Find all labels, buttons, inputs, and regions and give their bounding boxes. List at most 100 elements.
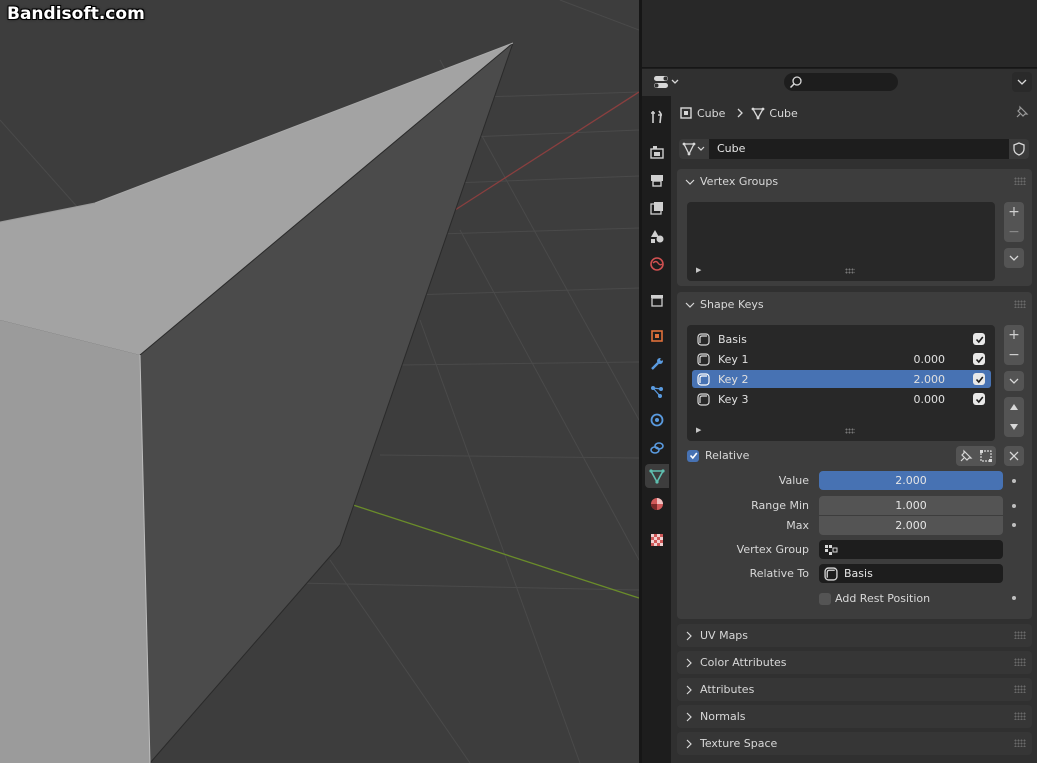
pin-button[interactable] [1015,105,1029,122]
list-filter-toggle-icon[interactable]: ▶ [696,266,701,274]
shape-key-icon [697,352,710,366]
drag-grip-icon[interactable] [1014,712,1026,720]
tab-physics[interactable] [645,408,669,432]
shape-key-row[interactable]: Key 1 0.000 [692,350,991,368]
drag-grip-icon[interactable] [1014,685,1026,693]
shape-keys-header[interactable]: Shape Keys [677,292,1032,317]
tab-material[interactable] [645,492,669,516]
tab-particles[interactable] [645,380,669,404]
uv-maps-panel[interactable]: UV Maps [677,624,1032,647]
move-shape-key-down-button[interactable] [1004,417,1024,437]
3d-viewport[interactable]: Bandisoft.com [0,0,639,763]
shape-key-row[interactable]: Key 3 0.000 [692,390,991,408]
shape-keys-list[interactable]: Basis Key 1 0.000 Key 2 2.000 Key 3 0.00… [687,325,995,441]
shape-key-icon [697,392,710,406]
chevron-down-icon [685,302,695,308]
shape-key-name: Basis [718,332,747,346]
relative-to-field[interactable]: Basis [819,564,1003,583]
range-min-field[interactable]: 1.000 [819,496,1003,515]
fake-user-button[interactable] [1009,139,1029,159]
shape-key-value[interactable]: 0.000 [914,393,946,406]
top-editor-area[interactable] [642,0,1037,68]
shape-key-edit-mode-button[interactable] [976,446,996,466]
shape-key-row[interactable]: Basis [692,330,991,348]
scene-icon [651,230,664,243]
attributes-header[interactable]: Attributes [677,678,1032,701]
tab-output[interactable] [645,168,669,192]
tab-constraints[interactable] [645,436,669,460]
tab-world[interactable] [645,252,669,276]
drag-grip-icon[interactable] [1014,631,1026,639]
mesh-data-icon [682,142,705,156]
relative-label: Relative [705,449,750,462]
keyframe-dot-icon[interactable] [1012,504,1016,508]
add-vertex-group-button[interactable]: + [1004,202,1024,222]
relative-toggle[interactable]: Relative [687,449,749,462]
list-resize-grip-icon[interactable] [845,268,855,274]
shape-key-value[interactable]: 2.000 [914,373,946,386]
material-icon [651,498,663,510]
clear-shape-keys-button[interactable] [1004,446,1024,466]
tab-data[interactable] [645,464,669,488]
vertex-group-field[interactable] [819,540,1003,559]
search-input[interactable] [784,73,898,91]
tab-render[interactable] [645,140,669,164]
drag-grip-icon[interactable] [1014,300,1026,308]
header-menu-button[interactable] [1012,72,1032,92]
breadcrumb-object: Cube [697,106,726,120]
object-icon [680,107,692,119]
texture-space-header[interactable]: Texture Space [677,732,1032,755]
mesh-data-icon [649,469,665,484]
add-rest-position-checkbox[interactable] [819,592,831,605]
add-shape-key-button[interactable]: + [1004,325,1024,345]
shape-key-specials-button[interactable] [1004,371,1024,391]
range-max-field[interactable]: 2.000 [819,516,1003,535]
tab-modifiers[interactable] [645,352,669,376]
remove-vertex-group-button[interactable]: − [1004,222,1024,242]
tab-view-layer[interactable] [645,196,669,220]
checkmark-icon [975,356,983,363]
vertex-groups-panel: Vertex Groups ▶ + − [677,169,1032,286]
relative-checkbox[interactable] [687,449,699,462]
keyframe-dot-icon[interactable] [1012,479,1016,483]
color-attributes-header[interactable]: Color Attributes [677,651,1032,674]
mesh-name-field[interactable]: Cube [709,139,1009,159]
remove-shape-key-button[interactable]: − [1004,345,1024,365]
shape-key-value[interactable]: 0.000 [914,353,946,366]
tab-scene[interactable] [645,224,669,248]
move-shape-key-up-button[interactable] [1004,397,1024,417]
normals-header[interactable]: Normals [677,705,1032,728]
attributes-panel[interactable]: Attributes [677,678,1032,701]
keyframe-dot-icon[interactable] [1012,596,1016,600]
texture-space-panel[interactable]: Texture Space [677,732,1032,755]
drag-grip-icon[interactable] [1014,739,1026,747]
editor-type-button[interactable] [650,72,682,92]
uv-maps-header[interactable]: UV Maps [677,624,1032,647]
shape-key-mute-checkbox[interactable] [973,393,985,405]
tab-tool[interactable] [645,105,669,129]
tab-collection[interactable] [645,288,669,312]
add-rest-position-toggle[interactable]: Add Rest Position [819,592,930,605]
list-resize-grip-icon[interactable] [845,428,855,434]
list-filter-toggle-icon[interactable]: ▶ [696,426,701,434]
shape-key-mute-checkbox[interactable] [973,373,985,385]
shape-key-lock-button[interactable] [956,446,976,466]
shape-key-mute-checkbox[interactable] [973,353,985,365]
vertex-groups-header[interactable]: Vertex Groups [677,169,1032,194]
chevron-right-icon [686,712,692,721]
shape-key-row-selected[interactable]: Key 2 2.000 [692,370,991,388]
tab-object[interactable] [645,324,669,348]
vertex-group-specials-button[interactable] [1004,248,1024,268]
keyframe-dot-icon[interactable] [1012,523,1016,527]
breadcrumb: Cube Cube [679,105,802,121]
color-attributes-panel[interactable]: Color Attributes [677,651,1032,674]
vertex-groups-list[interactable]: ▶ [687,202,995,281]
shape-key-mute-checkbox[interactable] [973,333,985,345]
tab-texture[interactable] [645,528,669,552]
drag-grip-icon[interactable] [1014,658,1026,666]
checkmark-icon [975,376,983,383]
mesh-browse-button[interactable] [679,139,709,159]
drag-grip-icon[interactable] [1014,177,1026,185]
normals-panel[interactable]: Normals [677,705,1032,728]
value-slider[interactable]: 2.000 [819,471,1003,490]
